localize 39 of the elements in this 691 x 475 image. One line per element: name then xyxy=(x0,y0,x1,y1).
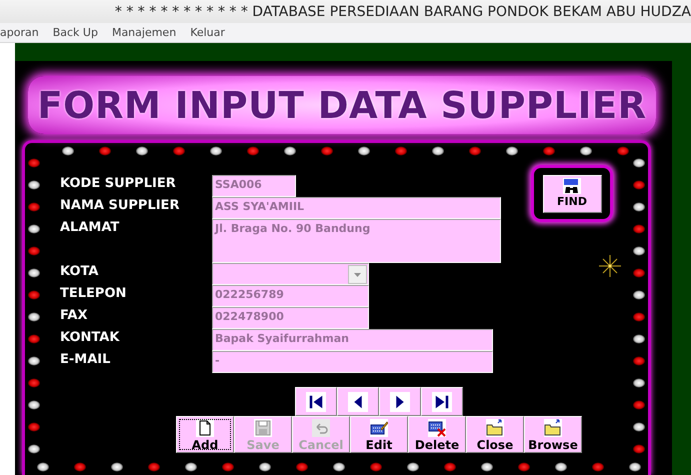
folder-icon xyxy=(544,419,562,437)
previous-icon xyxy=(347,392,369,412)
last-icon xyxy=(431,392,453,412)
menu-item[interactable]: aporan xyxy=(0,26,39,39)
undo-icon xyxy=(312,419,330,437)
keyboard-delete-icon xyxy=(428,419,446,437)
field-label: TELEPON xyxy=(60,285,128,303)
field-label: ALAMAT xyxy=(60,219,120,237)
previous-record-button[interactable] xyxy=(337,387,379,416)
field-label: KODE SUPPLIER xyxy=(60,175,177,193)
first-record-button[interactable] xyxy=(295,387,337,416)
field-label: KOTA xyxy=(60,263,100,281)
close-button[interactable]: Close xyxy=(466,416,524,453)
folder-icon xyxy=(486,419,504,437)
keyboard-pencil-icon xyxy=(370,419,388,437)
menu-item[interactable]: Keluar xyxy=(190,26,225,39)
delete-button[interactable]: Delete xyxy=(408,416,466,453)
dropdown-arrow-icon xyxy=(354,272,361,276)
sparkle-icon xyxy=(599,255,621,277)
field-label: E-MAIL xyxy=(60,351,112,369)
browse-button[interactable]: Browse xyxy=(524,416,582,453)
find-button[interactable]: FIND xyxy=(542,174,602,212)
page-icon xyxy=(196,419,214,437)
menu-item[interactable]: Back Up xyxy=(52,26,98,39)
edit-button[interactable]: Edit xyxy=(350,416,408,453)
next-record-button[interactable] xyxy=(379,387,421,416)
field-label: KONTAK xyxy=(60,329,121,347)
next-icon xyxy=(389,392,411,412)
floppy-icon xyxy=(254,419,272,437)
form-title: FORM INPUT DATA SUPPLIER xyxy=(37,84,647,126)
first-icon xyxy=(305,392,327,412)
binoculars-icon xyxy=(563,178,581,194)
dropdown-field[interactable] xyxy=(212,263,369,285)
field-label: NAMA SUPPLIER xyxy=(60,197,180,215)
last-record-button[interactable] xyxy=(421,387,463,416)
field-label: FAX xyxy=(60,307,88,325)
menu-item[interactable]: Manajemen xyxy=(112,26,176,39)
window-title: * * * * * * * * * * * * DATABASE PERSEDIAAN BARANG PONDOK BEKAM ABU HUDZA xyxy=(114,4,691,20)
add-button[interactable]: Add xyxy=(176,416,234,453)
